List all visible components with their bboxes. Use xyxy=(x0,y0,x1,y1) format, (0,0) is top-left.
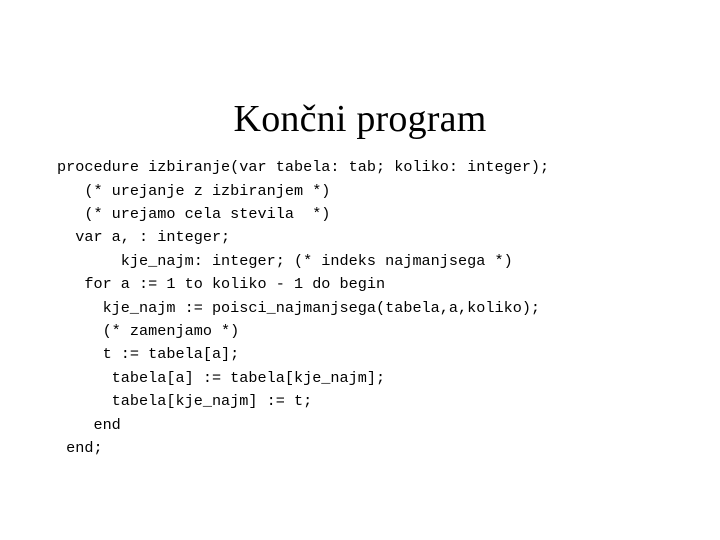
page-title: Končni program xyxy=(233,98,487,141)
code-line: procedure izbiranje(var tabela: tab; kol… xyxy=(57,158,550,177)
code-line: (* urejamo cela stevila *) xyxy=(57,205,331,223)
code-line: tabela[a] := tabela[kje_najm]; xyxy=(57,368,386,387)
code-line: kje_najm: integer; (* indeks najmanjsega… xyxy=(57,251,513,270)
code-block: procedure izbiranje(var tabela: tab; kol… xyxy=(57,156,697,460)
code-line: end xyxy=(57,415,121,434)
code-line: kje_najm := poisci_najmanjsega(tabela,a,… xyxy=(57,298,541,317)
code-line: for a := 1 to koliko - 1 do begin xyxy=(57,275,386,294)
slide-canvas: Končni program procedure izbiranje(var t… xyxy=(0,0,720,540)
code-line: t := tabela[a]; xyxy=(57,345,240,364)
code-line: var a, : integer; xyxy=(57,228,231,247)
code-line: (* urejanje z izbiranjem *) xyxy=(57,181,331,200)
code-line: (* zamenjamo *) xyxy=(57,322,240,341)
code-line: end; xyxy=(57,439,103,458)
code-line: tabela[kje_najm] := t; xyxy=(57,392,313,411)
